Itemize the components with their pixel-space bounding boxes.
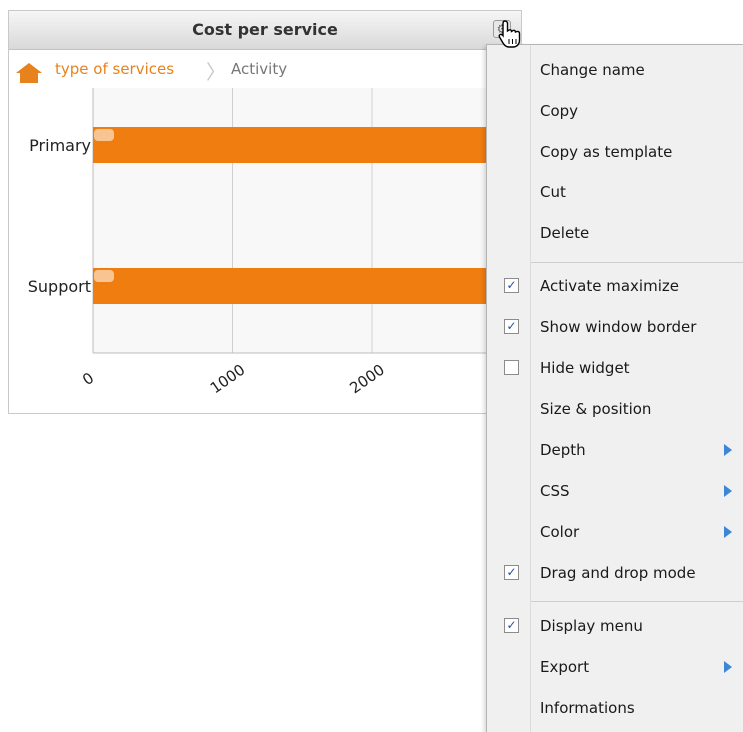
menu-item-label: Drag and drop mode (540, 564, 696, 582)
menu-item-label: CSS (540, 482, 570, 500)
menu-item-label: Show window border (540, 318, 697, 336)
menu-item-depth[interactable]: Depth (487, 431, 743, 471)
menu-item-label: Display menu (540, 617, 643, 635)
bar-highlight (94, 129, 114, 141)
menu-item-copy[interactable]: Copy (487, 92, 743, 132)
menu-item-label: Size & position (540, 400, 652, 418)
checkbox[interactable]: ✓ (504, 565, 519, 580)
menu-item-activate-maximize[interactable]: ✓ Activate maximize (487, 267, 743, 307)
menu-item-label: Activate maximize (540, 277, 679, 295)
menu-item-drag-and-drop-mode[interactable]: ✓ Drag and drop mode (487, 554, 743, 594)
menu-separator (531, 601, 743, 602)
checkbox[interactable]: ✓ (504, 319, 519, 334)
menu-item-color[interactable]: Color (487, 513, 743, 553)
submenu-arrow-icon (724, 526, 732, 538)
chart-widget: Cost per service ⚙ type of services 〉 Ac… (8, 10, 522, 414)
category-label: Primary (29, 136, 91, 155)
menu-item-label: Cut (540, 183, 566, 201)
bar-support (93, 268, 521, 304)
menu-separator (531, 262, 743, 263)
menu-item-label: Informations (540, 699, 635, 717)
menu-item-css[interactable]: CSS (487, 472, 743, 512)
x-tick-label: 1000 (207, 361, 249, 398)
menu-item-change-name[interactable]: Change name (487, 51, 743, 91)
menu-item-display-menu[interactable]: ✓ Display menu (487, 607, 743, 647)
bar-chart: PrimarySupport0100020003000400050006000 (28, 88, 521, 398)
menu-item-informations[interactable]: Informations (487, 689, 743, 729)
menu-item-copy-as-template[interactable]: Copy as template (487, 133, 743, 173)
menu-item-label: Hide widget (540, 359, 630, 377)
menu-item-label: Delete (540, 224, 590, 242)
menu-item-label: Change name (540, 61, 645, 79)
menu-item-delete[interactable]: Delete (487, 214, 743, 254)
menu-item-cut[interactable]: Cut (487, 173, 743, 213)
menu-item-label: Color (540, 523, 580, 541)
x-tick-label: 2000 (346, 361, 388, 398)
menu-item-label: Copy as template (540, 143, 673, 161)
submenu-arrow-icon (724, 444, 732, 456)
menu-item-hide-widget[interactable]: Hide widget (487, 349, 743, 389)
checkbox[interactable]: ✓ (504, 278, 519, 293)
hand-cursor-icon (498, 20, 521, 48)
x-tick-label: 0 (79, 369, 97, 389)
checkbox[interactable] (504, 360, 519, 375)
menu-item-label: Export (540, 658, 590, 676)
bar-primary (93, 127, 521, 163)
checkbox[interactable]: ✓ (504, 618, 519, 633)
menu-item-export[interactable]: Export (487, 648, 743, 688)
menu-item-label: Copy (540, 102, 579, 120)
category-label: Support (28, 277, 91, 296)
menu-item-show-window-border[interactable]: ✓ Show window border (487, 308, 743, 348)
submenu-arrow-icon (724, 661, 732, 673)
context-menu: Change name Copy Copy as template Cut Delete… (486, 44, 743, 732)
submenu-arrow-icon (724, 485, 732, 497)
bar-highlight (94, 270, 114, 282)
menu-item-size-position[interactable]: Size & position (487, 390, 743, 430)
menu-item-label: Depth (540, 441, 586, 459)
